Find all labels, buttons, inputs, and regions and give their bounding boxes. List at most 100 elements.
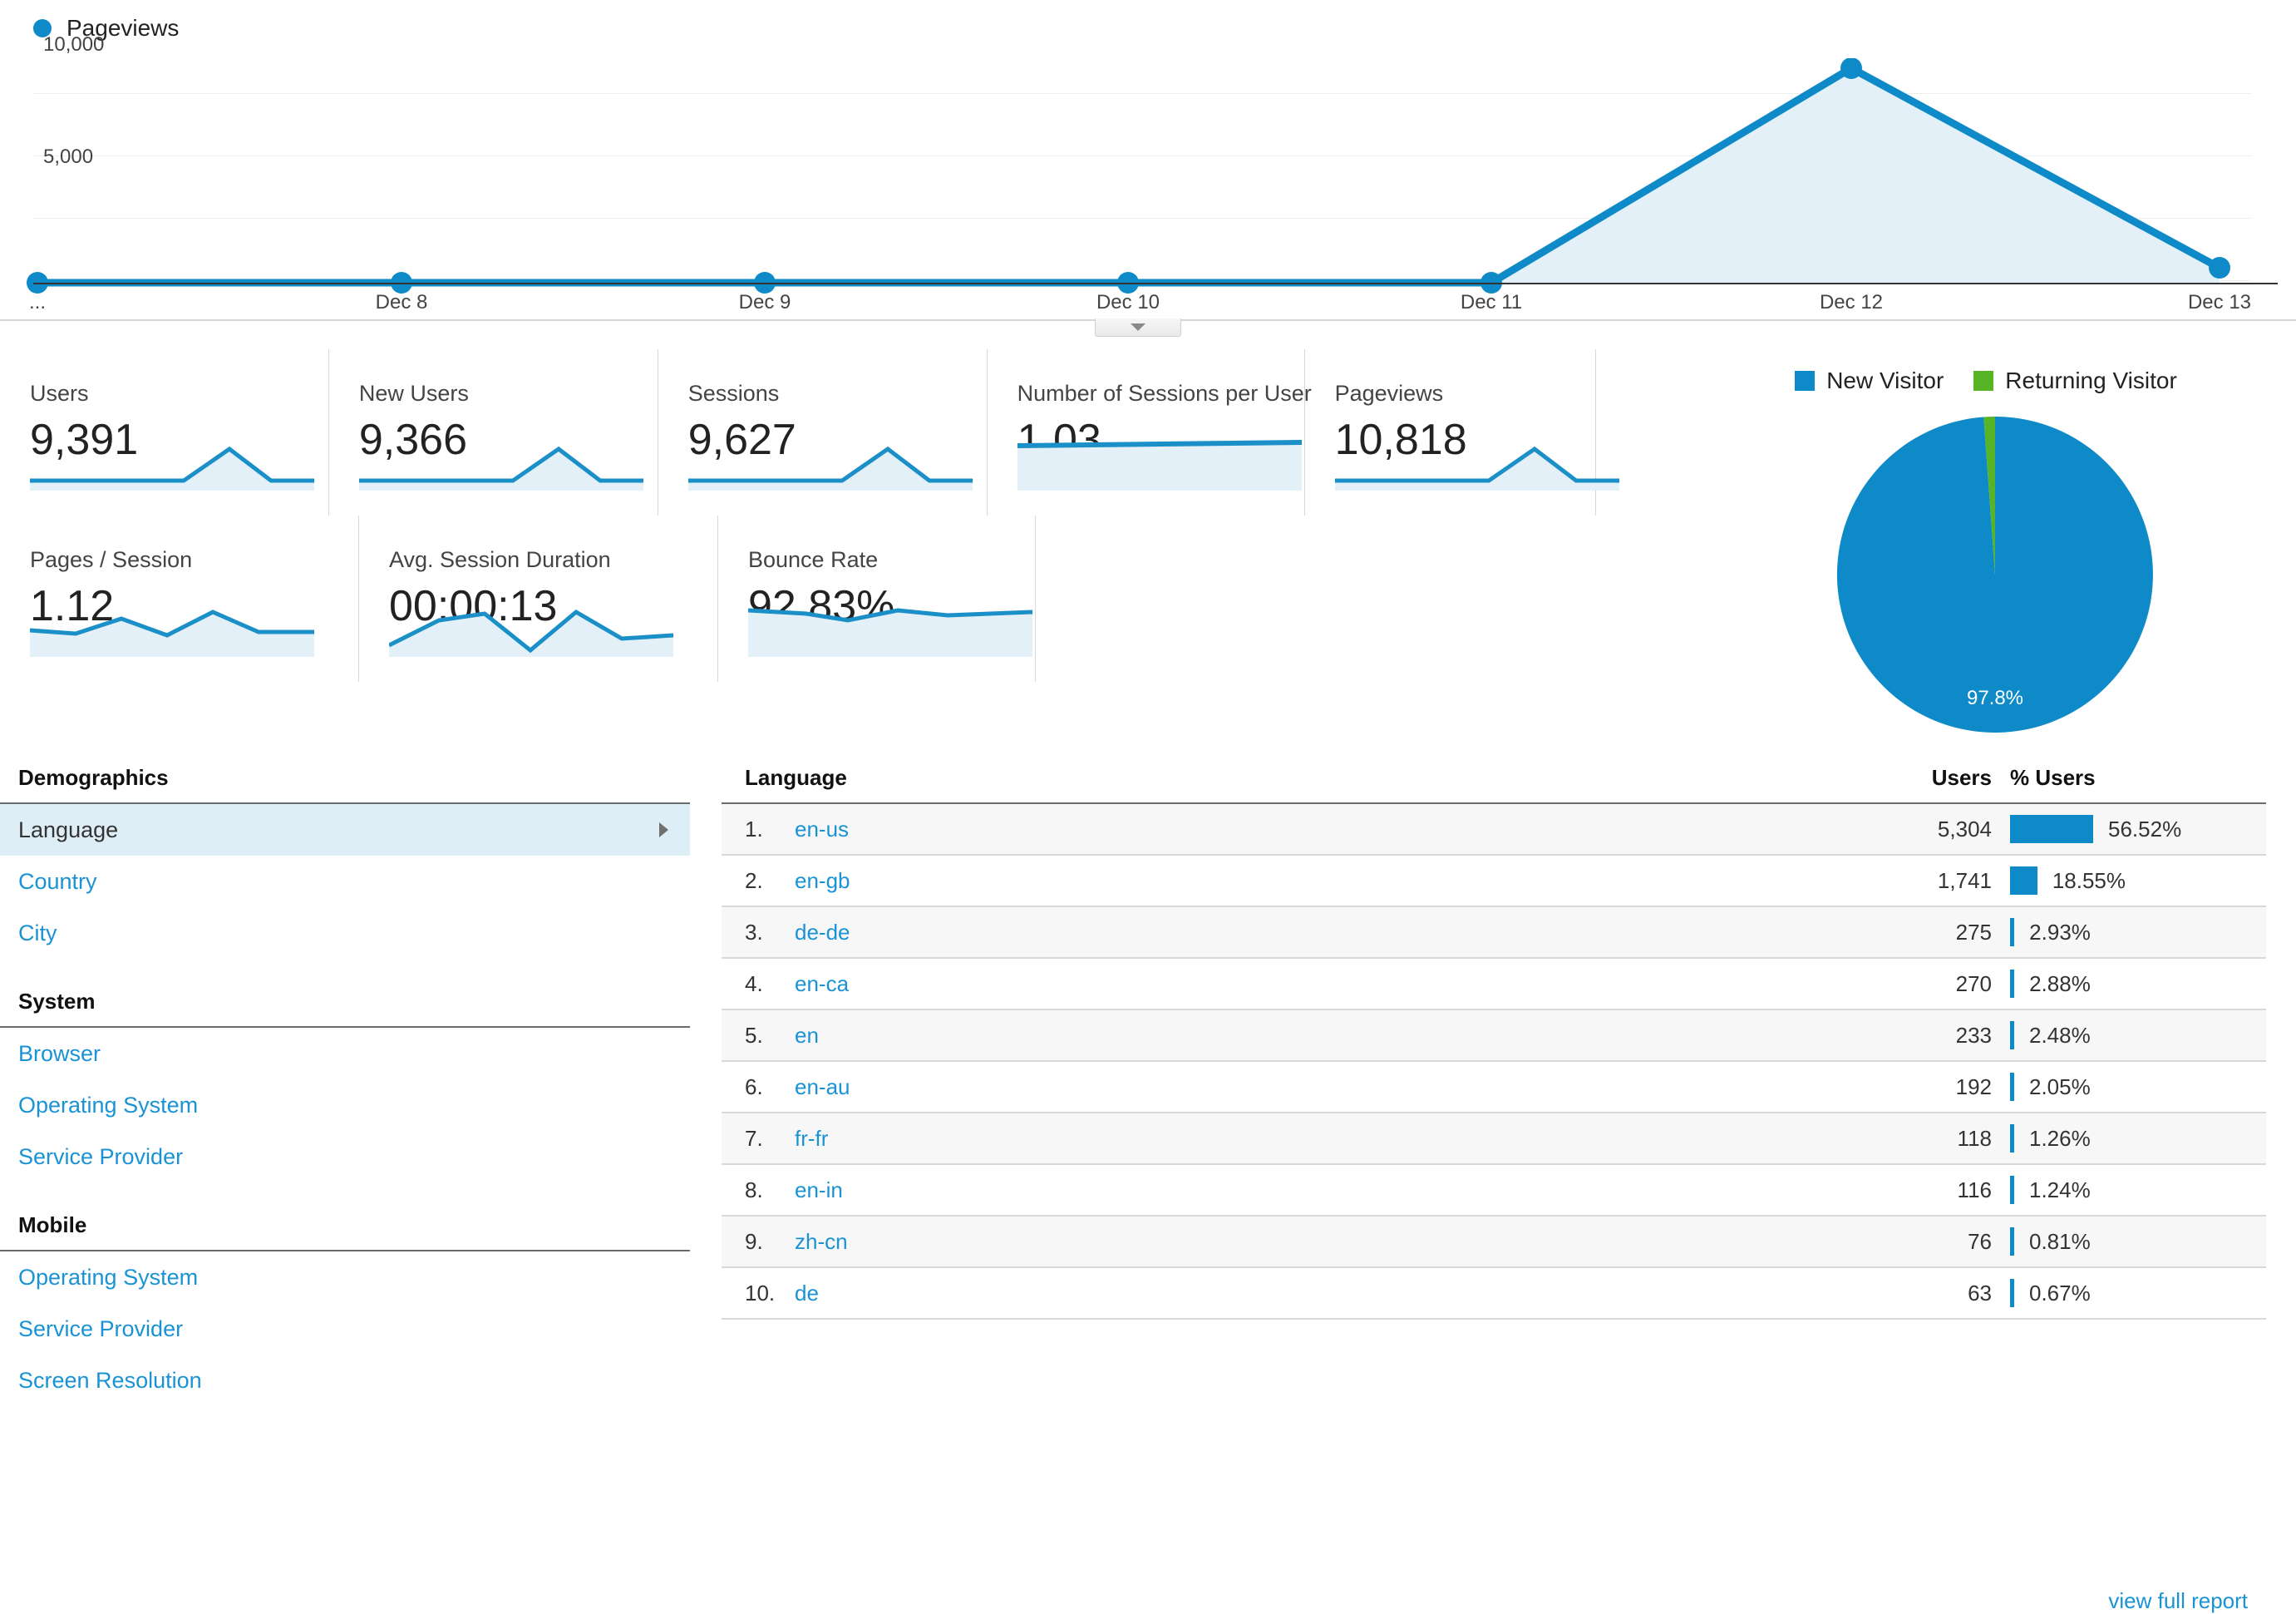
sidebar-item-system-operating-system[interactable]: Operating System	[0, 1079, 690, 1131]
table-row[interactable]: 2. en-gb 1,741 18.55%	[722, 856, 2266, 907]
metric-card-empty	[1036, 516, 1353, 682]
sidebar-item-label: Operating System	[18, 1264, 199, 1290]
column-header-users[interactable]: Users	[1834, 765, 1992, 791]
table-row[interactable]: 4. en-ca 270 2.88%	[722, 959, 2266, 1010]
table-row[interactable]: 5. en 233 2.48%	[722, 1010, 2266, 1062]
x-tick-label: Dec 12	[1819, 291, 1884, 313]
sparkline	[389, 609, 673, 657]
pct-label: 1.24%	[2029, 1177, 2091, 1202]
dimension-link[interactable]: fr-fr	[795, 1126, 828, 1152]
sidebar-item-language[interactable]: Language	[0, 804, 690, 856]
metric-card-bounce-rate[interactable]: Bounce Rate 92.83%	[718, 516, 1036, 682]
table-row[interactable]: 6. en-au 192 2.05%	[722, 1062, 2266, 1113]
column-header-language[interactable]: Language	[722, 765, 1834, 791]
dimension-link[interactable]: en-au	[795, 1074, 850, 1100]
row-rank: 5.	[745, 1022, 763, 1048]
table-cell-pct-users: 2.88%	[1992, 970, 2266, 998]
pct-bar	[2010, 815, 2093, 843]
dimension-link[interactable]: de-de	[795, 920, 850, 945]
dimension-link[interactable]: en-ca	[795, 971, 849, 997]
table-cell-dimension: 2. en-gb	[722, 868, 1834, 894]
metric-cards-row-1: Users 9,391 New Users 9,366 Sessions 9,6…	[0, 349, 1619, 516]
pct-label: 0.67%	[2029, 1280, 2091, 1306]
row-rank: 7.	[745, 1125, 763, 1151]
table-row[interactable]: 3. de-de 275 2.93%	[722, 907, 2266, 959]
sidebar-item-mobile-operating-system[interactable]: Operating System	[0, 1251, 690, 1303]
sidebar-item-label: Service Provider	[18, 1143, 184, 1169]
metric-card-users[interactable]: Users 9,391	[0, 349, 329, 516]
table-cell-dimension: 1. en-us	[722, 817, 1834, 842]
sidebar-item-mobile-service-provider[interactable]: Service Provider	[0, 1303, 690, 1355]
table-cell-pct-users: 2.48%	[1992, 1021, 2266, 1049]
new-visitor-legend-label: New Visitor	[1826, 368, 1944, 393]
table-row[interactable]: 8. en-in 116 1.24%	[722, 1165, 2266, 1217]
metric-label: Avg. Session Duration	[389, 547, 611, 572]
dimension-side-nav: Demographics Language Country City Syste…	[0, 765, 690, 1406]
row-rank: 10.	[745, 1280, 776, 1306]
pct-bar	[2010, 918, 2015, 946]
chart-plot-area: 10,000 5,000	[0, 33, 2269, 294]
pct-bar	[2010, 1227, 2014, 1256]
x-tick-label: ...	[28, 291, 47, 313]
row-rank: 2.	[745, 867, 763, 893]
metric-card-avg-session-duration[interactable]: Avg. Session Duration 00:00:13	[359, 516, 718, 682]
view-full-report-link[interactable]: view full report	[2108, 1588, 2248, 1614]
dimension-link[interactable]: en-in	[795, 1177, 843, 1203]
nav-group-title-system: System	[0, 989, 690, 1028]
x-tick-label: Dec 10	[1096, 291, 1160, 313]
sidebar-item-country[interactable]: Country	[0, 856, 690, 907]
dimension-link[interactable]: de	[795, 1281, 819, 1306]
table-cell-users: 233	[1955, 1022, 1992, 1048]
language-data-table: Language Users % Users 1. en-us 5,304 56.52…	[722, 765, 2266, 1613]
table-cell-pct-users: 0.81%	[1992, 1227, 2266, 1256]
table-cell-dimension: 4. en-ca	[722, 971, 1834, 997]
sparkline	[358, 446, 643, 491]
sparkline	[30, 446, 314, 491]
table-cell-users: 116	[1957, 1177, 1992, 1202]
pie-canvas: 97.8%	[1821, 412, 2170, 737]
table-row[interactable]: 1. en-us 5,304 56.52%	[722, 804, 2266, 856]
metric-cards-row-2: Pages / Session 1.12 Avg. Session Durati…	[0, 516, 1596, 682]
table-cell-dimension: 10. de	[722, 1281, 1834, 1306]
sidebar-item-browser[interactable]: Browser	[0, 1028, 690, 1079]
returning-visitor-swatch	[1973, 371, 1994, 391]
table-row[interactable]: 7. fr-fr 118 1.26%	[722, 1113, 2266, 1165]
metric-label: Sessions	[687, 381, 780, 406]
table-row[interactable]: 10. de 63 0.67%	[722, 1268, 2266, 1320]
row-rank: 9.	[745, 1228, 763, 1254]
sparkline	[748, 608, 1032, 657]
sidebar-item-screen-resolution[interactable]: Screen Resolution	[0, 1355, 690, 1406]
x-tick-label: Dec 8	[375, 291, 428, 313]
metric-label: Number of Sessions per User	[1017, 381, 1312, 406]
sidebar-item-system-service-provider[interactable]: Service Provider	[0, 1131, 690, 1182]
sidebar-item-city[interactable]: City	[0, 907, 690, 959]
table-cell-pct-users: 56.52%	[1992, 815, 2266, 843]
table-row[interactable]: 9. zh-cn 76 0.81%	[722, 1217, 2266, 1268]
metric-card-sessions[interactable]: Sessions 9,627	[658, 349, 988, 516]
table-cell-pct-users: 2.05%	[1992, 1073, 2266, 1101]
column-header-pct-users[interactable]: % Users	[1992, 765, 2266, 791]
dimension-link[interactable]: zh-cn	[795, 1229, 848, 1255]
dimension-link[interactable]: en-gb	[795, 868, 850, 894]
dimension-link[interactable]: en-us	[795, 817, 849, 842]
nav-group-title-demographics: Demographics	[0, 765, 690, 804]
sparkline	[1017, 440, 1302, 491]
nav-group-title-mobile: Mobile	[0, 1212, 690, 1251]
x-tick-label: Dec 9	[738, 291, 791, 313]
pct-label: 2.88%	[2029, 970, 2091, 996]
table-cell-dimension: 7. fr-fr	[722, 1126, 1834, 1152]
pct-label: 0.81%	[2029, 1228, 2091, 1254]
table-cell-users: 76	[1968, 1228, 1992, 1254]
metric-card-new-users[interactable]: New Users 9,366	[329, 349, 658, 516]
new-visitor-swatch	[1795, 371, 1816, 391]
metric-card-pageviews[interactable]: Pageviews 10,818	[1305, 349, 1619, 516]
metric-label: Users	[30, 381, 89, 406]
metric-card-pages-per-session[interactable]: Pages / Session 1.12	[0, 516, 359, 682]
row-rank: 8.	[745, 1177, 763, 1202]
metric-label: Bounce Rate	[748, 547, 879, 572]
table-cell-dimension: 8. en-in	[722, 1177, 1834, 1203]
pct-label: 2.93%	[2029, 919, 2091, 945]
chart-collapse-handle[interactable]	[1095, 318, 1181, 337]
metric-card-sessions-per-user[interactable]: Number of Sessions per User 1.03	[988, 349, 1312, 516]
dimension-link[interactable]: en	[795, 1023, 819, 1049]
